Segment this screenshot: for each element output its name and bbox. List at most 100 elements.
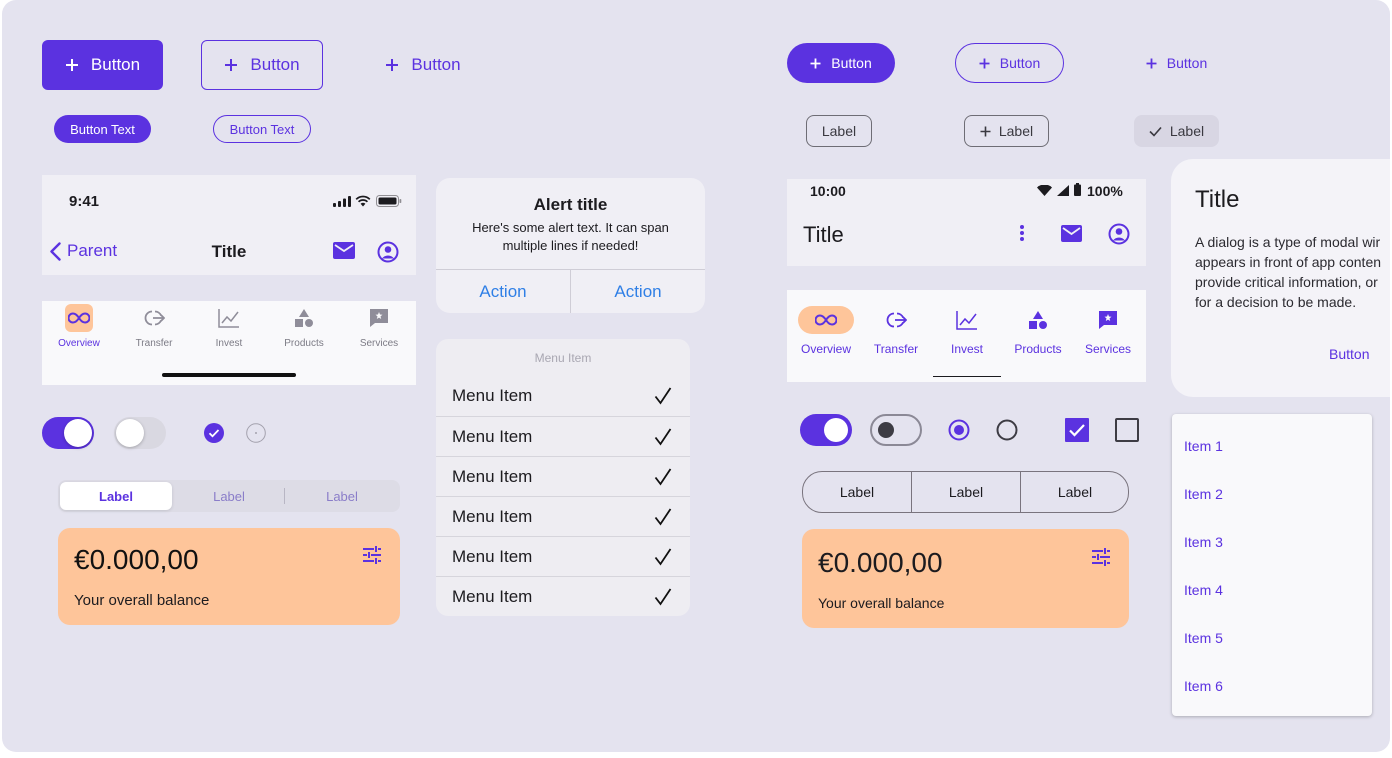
material-filled-button[interactable]: Button: [787, 43, 895, 83]
menu-item[interactable]: Menu Item: [436, 536, 690, 576]
menu-item[interactable]: Menu Item: [436, 496, 690, 536]
list-item[interactable]: Item 2: [1184, 486, 1223, 502]
segment-item[interactable]: Label: [286, 482, 398, 510]
android-top-app-bar: 10:00 100% Title: [787, 179, 1146, 266]
ios-segmented-control: Label Label Label: [58, 480, 400, 512]
mail-icon[interactable]: [1061, 225, 1082, 242]
tab-label: Products: [284, 338, 324, 349]
ios-toggle-on[interactable]: [42, 417, 94, 449]
segment-item[interactable]: Label: [803, 472, 911, 512]
ios-alert: Alert title Here's some alert text. It c…: [436, 178, 705, 313]
chip-label: Label: [821, 123, 857, 139]
material-text-button-label: Button: [1166, 55, 1208, 71]
assist-chip[interactable]: Label: [806, 115, 872, 147]
nav-item-products[interactable]: Products: [1003, 290, 1073, 356]
plus-icon: [385, 58, 399, 72]
ios-text-button[interactable]: Button: [362, 40, 484, 90]
alert-action-label: Action: [614, 281, 662, 301]
account-icon[interactable]: [377, 241, 399, 263]
chip-label: Label: [1169, 123, 1205, 139]
segment-divider: [284, 488, 285, 504]
ios-filled-button-label: Button: [90, 55, 141, 74]
material-switch-off[interactable]: [870, 414, 922, 446]
nav-item-invest[interactable]: Invest: [933, 290, 1001, 377]
selected-filter-chip[interactable]: Label: [1134, 115, 1219, 147]
input-chip[interactable]: Label: [964, 115, 1049, 147]
ios-small-filled-button[interactable]: Button Text: [54, 115, 151, 143]
ios-tab-bar: Overview Transfer Invest Products Servic…: [42, 301, 416, 385]
ios-outlined-button[interactable]: Button: [201, 40, 323, 90]
segment-item[interactable]: Label: [912, 472, 1020, 512]
tab-overview[interactable]: Overview: [44, 304, 114, 349]
dialog-body: A dialog is a type of modal wir appears …: [1195, 232, 1390, 312]
ios-checkmark-selected[interactable]: [204, 423, 224, 443]
ios-filled-button[interactable]: Button: [42, 40, 163, 90]
nav-item-transfer[interactable]: Transfer: [861, 290, 931, 356]
chat-icon: [365, 304, 393, 332]
menu-header: Menu Item: [534, 351, 592, 365]
material-list: Item 1 Item 2 Item 3 Item 4 Item 5 Item …: [1172, 414, 1372, 716]
material-outlined-button-label: Button: [999, 55, 1041, 71]
tune-icon[interactable]: [1091, 548, 1111, 566]
segment-item[interactable]: Label: [173, 482, 285, 510]
segment-label: Label: [326, 488, 358, 504]
list-item[interactable]: Item 3: [1184, 534, 1223, 550]
menu-item[interactable]: Menu Item: [436, 576, 690, 616]
shapes-icon: [290, 304, 318, 332]
segment-label: Label: [99, 488, 133, 504]
balance-caption: Your overall balance: [818, 595, 945, 611]
list-item[interactable]: Item 4: [1184, 582, 1223, 598]
nav-item-services[interactable]: Services: [1073, 290, 1143, 356]
tab-label: Invest: [215, 338, 243, 349]
material-radio-selected[interactable]: [948, 419, 970, 441]
shapes-icon: [1010, 306, 1066, 334]
dialog-title: Title: [1195, 186, 1240, 213]
mail-icon[interactable]: [333, 242, 355, 259]
tab-products[interactable]: Products: [269, 304, 339, 349]
tab-invest[interactable]: Invest: [194, 304, 264, 349]
segment-item[interactable]: Label: [1021, 472, 1128, 512]
material-switch-on[interactable]: [800, 414, 852, 446]
segment-item-selected[interactable]: Label: [60, 482, 172, 510]
android-navigation-bar: Overview Transfer Invest Products Servic…: [787, 290, 1146, 382]
chart-line-icon: [215, 304, 243, 332]
alert-body-line: Here's some alert text. It can span: [472, 220, 669, 235]
tune-icon[interactable]: [362, 546, 382, 564]
alert-action-button[interactable]: Action: [436, 270, 570, 313]
plus-icon: [980, 126, 991, 137]
small-outlined-button-label: Button Text: [229, 121, 295, 137]
material-outlined-button[interactable]: Button: [955, 43, 1064, 83]
dialog-action-button[interactable]: Button: [1329, 346, 1369, 362]
more-vert-icon[interactable]: [1020, 225, 1024, 241]
nav-item-overview[interactable]: Overview: [791, 290, 861, 356]
material-checkbox-checked[interactable]: [1065, 418, 1089, 442]
menu-item[interactable]: Menu Item: [436, 456, 690, 496]
dialog-body-line: A dialog is a type of modal wir: [1195, 234, 1381, 250]
nav-item-label: Products: [1014, 342, 1062, 356]
ios-checkmark-unselected[interactable]: [246, 423, 266, 443]
material-text-button[interactable]: Button: [1122, 43, 1231, 83]
list-item[interactable]: Item 5: [1184, 630, 1223, 646]
ios-small-outlined-button[interactable]: Button Text: [213, 115, 311, 143]
menu-item-label: Menu Item: [452, 386, 533, 405]
small-filled-button-label: Button Text: [70, 121, 135, 137]
list-item[interactable]: Item 6: [1184, 678, 1223, 694]
list-item[interactable]: Item 1: [1184, 438, 1223, 454]
material-checkbox-unchecked[interactable]: [1115, 418, 1139, 442]
material-balance-card[interactable]: €0.000,00 Your overall balance: [802, 529, 1129, 628]
tab-services[interactable]: Services: [344, 304, 414, 349]
account-icon[interactable]: [1108, 223, 1130, 245]
menu-item-label: Menu Item: [452, 426, 533, 446]
ios-balance-card[interactable]: €0.000,00 Your overall balance: [58, 528, 400, 625]
cellular-signal-icon: [1057, 185, 1069, 196]
infinity-icon: [798, 306, 854, 334]
ios-toggle-off[interactable]: [114, 417, 166, 449]
menu-item[interactable]: Menu Item: [436, 416, 690, 456]
alert-action-button[interactable]: Action: [571, 270, 705, 313]
plus-icon: [224, 58, 238, 72]
material-radio-unselected[interactable]: [996, 419, 1018, 441]
tab-transfer[interactable]: Transfer: [119, 304, 189, 349]
tab-label: Overview: [58, 338, 100, 349]
balance-amount: €0.000,00: [74, 544, 199, 575]
menu-item[interactable]: Menu Item: [436, 376, 690, 416]
